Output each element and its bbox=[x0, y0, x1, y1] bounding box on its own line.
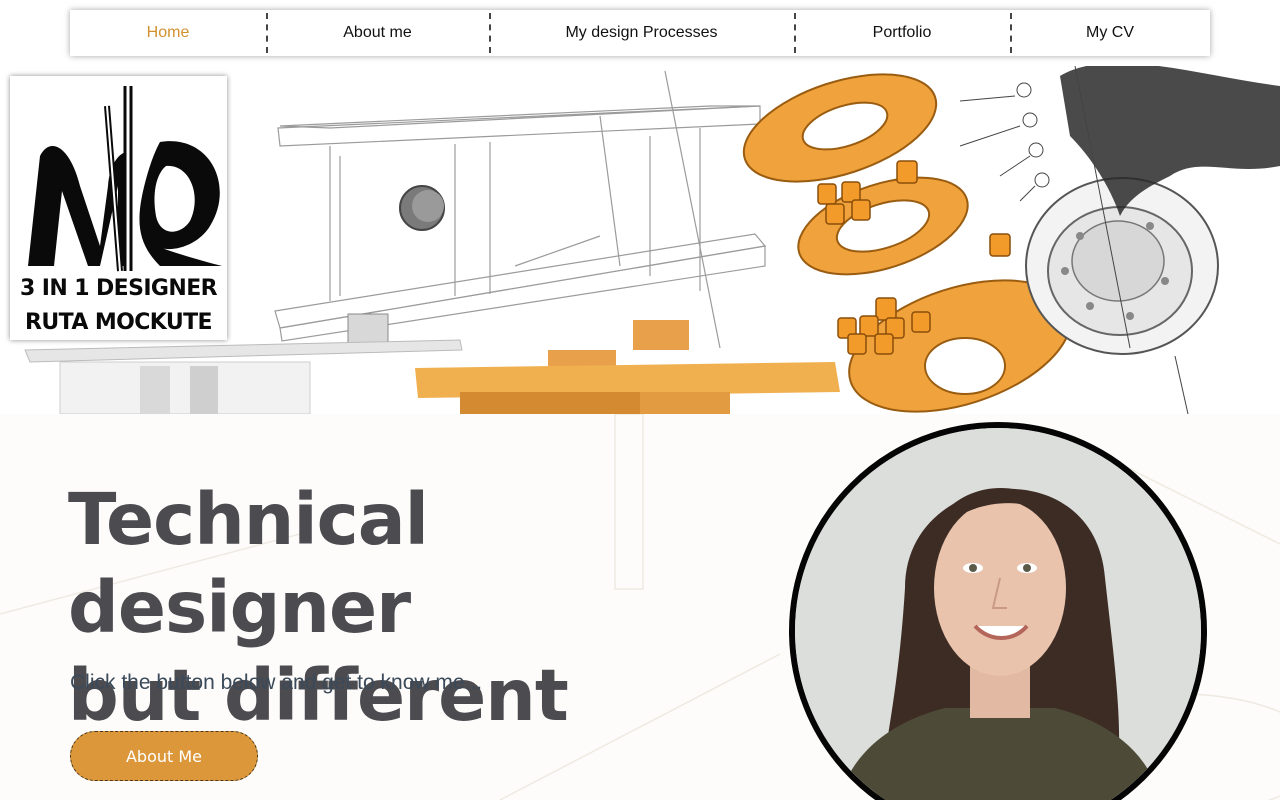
site-logo[interactable]: 3 IN 1 DESIGNER RUTA MOCKUTE bbox=[10, 76, 227, 340]
about-me-button[interactable]: About Me bbox=[70, 731, 258, 781]
main-navigation: Home About me My design Processes Portfo… bbox=[70, 10, 1210, 56]
logo-line-name: RUTA MOCKUTE bbox=[25, 310, 212, 335]
hero-headline: Technical designer but different bbox=[68, 476, 768, 740]
nav-about-me[interactable]: About me bbox=[266, 10, 489, 56]
headline-line-2: but different bbox=[68, 654, 569, 737]
nav-portfolio[interactable]: Portfolio bbox=[794, 10, 1010, 56]
logo-monogram-icon bbox=[28, 86, 222, 272]
headline-line-1: Technical designer bbox=[68, 478, 429, 649]
nav-home[interactable]: Home bbox=[70, 10, 266, 56]
nav-my-cv[interactable]: My CV bbox=[1010, 10, 1210, 56]
nav-design-processes[interactable]: My design Processes bbox=[489, 10, 794, 56]
logo-line-designer: 3 IN 1 DESIGNER bbox=[20, 276, 218, 301]
hero-subline: Click the button below and get to know m… bbox=[70, 671, 483, 694]
